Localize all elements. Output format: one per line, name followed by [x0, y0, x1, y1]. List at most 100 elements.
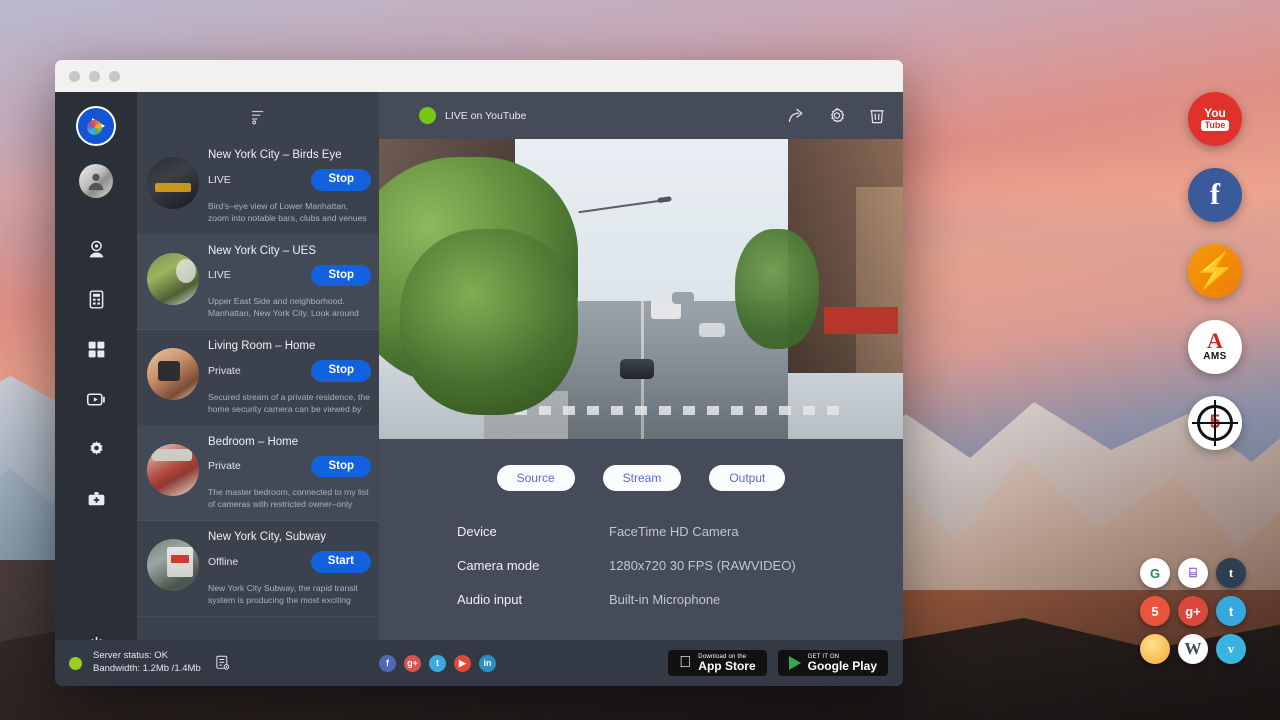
camera-list[interactable]: New York City – Birds Eye LIVE Stop Bird… — [137, 139, 379, 686]
camera-info: New York City, Subway Offline Start New … — [208, 530, 371, 607]
camera-info: Living Room – Home Private Stop Secured … — [208, 339, 371, 416]
sidebar-item-dashboard[interactable] — [71, 324, 121, 374]
camera-status: Private — [208, 365, 241, 377]
close-button[interactable] — [69, 71, 80, 82]
googleplus-icon[interactable]: g+ — [404, 655, 421, 672]
wowza-dock-icon[interactable]: ⚡ — [1188, 244, 1242, 298]
sidebar-item-add-video[interactable] — [71, 474, 121, 524]
camera-thumbnail — [147, 348, 199, 400]
zoom-button[interactable] — [109, 71, 120, 82]
youtube-line1: You — [1204, 107, 1226, 119]
live-status-dot — [419, 107, 436, 124]
minimize-button[interactable] — [89, 71, 100, 82]
google-play-badge[interactable]: GET IT ON Google Play — [777, 649, 889, 677]
app-store-badge[interactable]:  Download on the App Store — [667, 649, 767, 677]
adobe-ams-label: AMS — [1203, 351, 1226, 362]
tab-output[interactable]: Output — [709, 465, 785, 491]
detail-value[interactable]: 1280x720 30 FPS (RAWVIDEO) — [609, 558, 796, 573]
googleplus-mini-icon[interactable]: g+ — [1178, 596, 1208, 626]
twitter-icon[interactable]: t — [429, 655, 446, 672]
gg-icon[interactable]: G — [1140, 558, 1170, 588]
server-status-label: Server status: OK — [93, 650, 201, 663]
camera-name: New York City – UES — [208, 245, 371, 257]
details-tabs: Source Stream Output — [379, 465, 903, 491]
google-play-icon — [789, 656, 801, 670]
camera-status-row: Offline Start — [208, 551, 371, 573]
camera-info: Bedroom – Home Private Stop The master b… — [208, 435, 371, 512]
camera-action-button[interactable]: Stop — [311, 265, 371, 287]
twitter-mini-icon[interactable]: t — [1216, 596, 1246, 626]
sidebar-item-camera[interactable] — [71, 224, 121, 274]
camera-list-item[interactable]: New York City, Subway Offline Start New … — [137, 521, 379, 617]
facebook-dock-icon[interactable]: f — [1188, 168, 1242, 222]
linkedin-icon[interactable]: in — [479, 655, 496, 672]
sidebar-item-player[interactable] — [71, 374, 121, 424]
camera-thumbnail — [147, 157, 199, 209]
camera-list-item[interactable]: New York City – UES LIVE Stop Upper East… — [137, 235, 379, 331]
tumblr-icon[interactable]: t — [1216, 558, 1246, 588]
twitch-icon[interactable]: ⌸ — [1178, 558, 1208, 588]
video-preview[interactable] — [379, 139, 903, 439]
red5-mini-icon[interactable]: 5 — [1140, 596, 1170, 626]
sidebar-item-settings[interactable] — [71, 424, 121, 474]
add-video-icon — [86, 489, 107, 510]
sidebar-item-documents[interactable] — [71, 274, 121, 324]
google-play-text: GET IT ON Google Play — [808, 654, 877, 673]
red5-dock-icon[interactable]: 5 — [1188, 396, 1242, 450]
camera-action-button[interactable]: Stop — [311, 456, 371, 478]
app-store-text: Download on the App Store — [698, 654, 755, 673]
facebook-icon[interactable]: f — [379, 655, 396, 672]
camera-action-button[interactable]: Stop — [311, 360, 371, 382]
sidebar-rail — [55, 92, 137, 686]
youtube-line2: Tube — [1201, 120, 1230, 132]
camera-list-item[interactable]: Bedroom – Home Private Stop The master b… — [137, 426, 379, 522]
camera-status-row: Private Stop — [208, 360, 371, 382]
app-body: New York City – Birds Eye LIVE Stop Bird… — [55, 92, 903, 686]
sort-icon[interactable] — [249, 107, 267, 125]
settings-button[interactable] — [827, 105, 847, 126]
logo-color-dot — [87, 120, 102, 135]
app-store-big: App Store — [698, 660, 755, 673]
camera-description: Secured stream of a private residence, t… — [208, 391, 371, 416]
delete-button[interactable] — [867, 105, 887, 126]
wordpress-mini-icon[interactable]: W — [1178, 634, 1208, 664]
vimeo-mini-icon[interactable]: v — [1216, 634, 1246, 664]
camera-description: New York City Subway, the rapid transit … — [208, 582, 371, 607]
camera-name: Living Room – Home — [208, 340, 371, 352]
tab-stream[interactable]: Stream — [603, 465, 682, 491]
status-bar-text: Server status: OK Bandwidth: 1.2Mb /1.4M… — [93, 650, 201, 676]
detail-value[interactable]: Built-in Microphone — [609, 592, 720, 607]
log-button[interactable] — [214, 654, 231, 672]
avatar[interactable] — [79, 164, 113, 198]
camera-list-item[interactable]: New York City – Birds Eye LIVE Stop Bird… — [137, 139, 379, 235]
status-bar-left: Server status: OK Bandwidth: 1.2Mb /1.4M… — [69, 650, 379, 676]
youtube-icon[interactable]: ▶ — [454, 655, 471, 672]
detail-label: Camera mode — [457, 558, 609, 573]
livestream-mini-icon[interactable] — [1140, 634, 1170, 664]
youtube-dock-icon[interactable]: You Tube — [1188, 92, 1242, 146]
camera-description: Upper East Side and neighborhood. Manhat… — [208, 295, 371, 320]
camera-list-item[interactable]: Living Room – Home Private Stop Secured … — [137, 330, 379, 426]
detail-value[interactable]: FaceTime HD Camera — [609, 524, 739, 539]
tab-source[interactable]: Source — [497, 465, 575, 491]
camera-thumbnail — [147, 444, 199, 496]
adobe-ams-dock-icon[interactable]: A AMS — [1188, 320, 1242, 374]
gear-icon — [86, 439, 107, 460]
desktop-mini-icon-grid: G ⌸ t 5 g+ t W v — [1140, 558, 1250, 668]
log-icon — [214, 654, 231, 672]
bandwidth-label: Bandwidth: 1.2Mb /1.4Mb — [93, 663, 201, 676]
share-icon — [787, 105, 807, 126]
server-status-dot — [69, 657, 82, 670]
camera-action-button[interactable]: Stop — [311, 169, 371, 191]
gear-icon — [827, 105, 847, 126]
app-logo[interactable] — [76, 106, 116, 146]
status-bar: Server status: OK Bandwidth: 1.2Mb /1.4M… — [55, 640, 903, 686]
app-window: New York City – Birds Eye LIVE Stop Bird… — [55, 60, 903, 686]
camera-thumbnail — [147, 253, 199, 305]
video-vignette — [379, 139, 903, 439]
camera-list-toolbar — [137, 92, 379, 139]
camera-action-button[interactable]: Start — [311, 551, 371, 573]
share-button[interactable] — [787, 105, 807, 126]
camera-thumbnail — [147, 539, 199, 591]
status-bar-social-links: f g+ t ▶ in — [379, 655, 667, 672]
